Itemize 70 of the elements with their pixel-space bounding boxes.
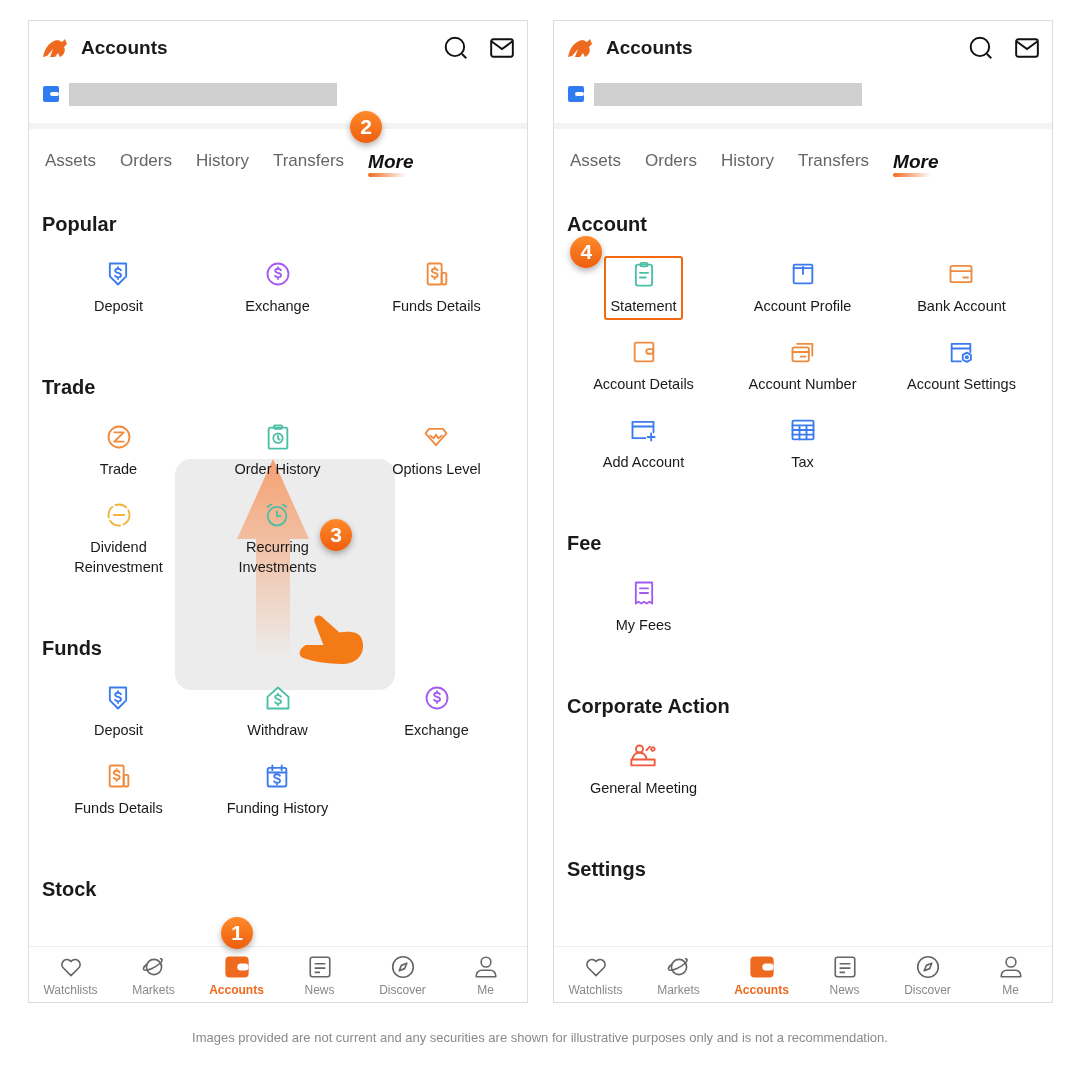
menu-item[interactable]: Account Details	[587, 334, 700, 398]
menu-item[interactable]: Add Account	[596, 412, 691, 476]
tab[interactable]: History	[196, 151, 249, 175]
section-title: Corporate Action	[566, 695, 731, 718]
nav-tab[interactable]: Me	[969, 947, 1052, 1002]
step-badge: 4	[570, 236, 603, 268]
tab[interactable]: Assets	[570, 151, 622, 175]
menu-item[interactable]: General Meeting	[583, 738, 704, 802]
nav-tab[interactable]: Me	[444, 947, 527, 1002]
section-title: Settings	[566, 858, 647, 881]
step-badge: 1	[221, 917, 253, 949]
step-badge: 2	[350, 111, 383, 143]
tab[interactable]: More	[368, 151, 414, 177]
compass-icon	[389, 954, 416, 980]
account-chip-icon	[43, 86, 59, 102]
account-chip-icon	[568, 86, 584, 102]
nav-tab[interactable]: News	[803, 947, 886, 1002]
nav-tab[interactable]: Watchlists	[29, 947, 112, 1002]
screen-title: Accounts	[606, 37, 694, 59]
menu-item[interactable]: Funding History	[220, 758, 335, 822]
nav-tab[interactable]: News	[278, 947, 361, 1002]
menu-item[interactable]: Statement	[604, 256, 683, 320]
menu-item[interactable]: Recurring Investments	[232, 497, 323, 581]
menu-item[interactable]: Deposit	[87, 680, 150, 744]
menu-item[interactable]: Exchange	[398, 680, 475, 744]
search-icon[interactable]	[443, 35, 469, 61]
wallet-icon	[748, 954, 775, 980]
menu-item[interactable]: Account Settings	[901, 334, 1022, 398]
tab[interactable]: History	[721, 151, 774, 175]
disclaimer-text: Images provided are not current and any securities are shown for illustrative purposes only and is not a recommendation.	[191, 1030, 889, 1045]
section-title: Account	[566, 213, 648, 236]
mail-icon[interactable]	[489, 35, 515, 61]
menu-item[interactable]: Tax	[782, 412, 823, 476]
nav-tab[interactable]: Markets	[112, 947, 195, 1002]
section-title: Funds	[41, 637, 103, 660]
section-title: Fee	[566, 532, 603, 555]
news-icon	[306, 954, 333, 980]
search-icon[interactable]	[968, 35, 994, 61]
menu-item[interactable]: Funds Details	[386, 256, 487, 320]
menu-item[interactable]: Funds Details	[68, 758, 169, 822]
section-title: Popular	[41, 213, 118, 236]
menu-item[interactable]: Trade	[93, 419, 144, 483]
nav-tab[interactable]: Discover	[886, 947, 969, 1002]
menu-item[interactable]: Withdraw	[241, 680, 314, 744]
menu-item[interactable]: Bank Account	[911, 256, 1012, 320]
nav-tab[interactable]: Markets	[637, 947, 720, 1002]
menu-item[interactable]: Dividend Reinvestment	[68, 497, 169, 581]
section-title: Trade	[41, 376, 97, 399]
tab[interactable]: Orders	[645, 151, 697, 175]
tab[interactable]: More	[893, 151, 939, 177]
menu-item[interactable]: Exchange	[239, 256, 316, 320]
menu-item[interactable]: My Fees	[609, 575, 678, 639]
tab[interactable]: Transfers	[797, 151, 870, 175]
menu-item[interactable]: Account Profile	[747, 256, 858, 320]
person-icon	[997, 954, 1024, 980]
screen-title: Accounts	[81, 37, 169, 59]
person-icon	[472, 954, 499, 980]
mail-icon[interactable]	[1014, 35, 1040, 61]
tab[interactable]: Assets	[45, 151, 97, 175]
tab[interactable]: Orders	[120, 151, 172, 175]
nav-tab[interactable]: Discover	[361, 947, 444, 1002]
menu-item[interactable]: Options Level	[386, 419, 487, 483]
menu-item[interactable]: Deposit	[87, 256, 150, 320]
section-title: Stock	[41, 878, 98, 901]
wallet-icon	[223, 954, 250, 980]
menu-item[interactable]: Account Number	[742, 334, 863, 398]
tab[interactable]: Transfers	[272, 151, 345, 175]
news-icon	[831, 954, 858, 980]
compass-icon	[914, 954, 941, 980]
nav-tab[interactable]: Watchlists	[554, 947, 637, 1002]
